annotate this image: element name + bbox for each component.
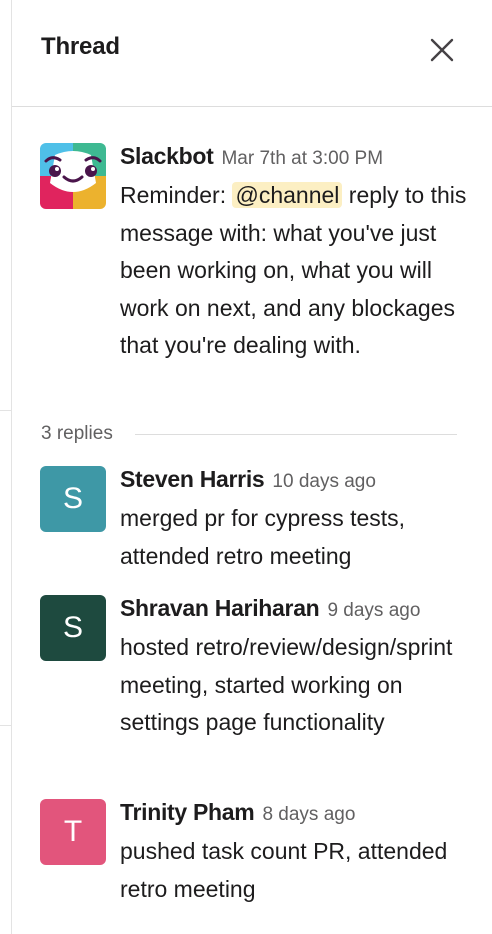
- reply-timestamp[interactable]: 8 days ago: [262, 804, 355, 825]
- divider-tick: [0, 410, 12, 411]
- reply-author[interactable]: Shravan Hariharan: [120, 595, 320, 621]
- reply-timestamp[interactable]: 9 days ago: [327, 600, 420, 621]
- replies-divider: 3 replies: [41, 420, 457, 448]
- reply-author[interactable]: Steven Harris: [120, 466, 265, 492]
- user-avatar[interactable]: S: [40, 466, 106, 532]
- reply-author[interactable]: Trinity Pham: [120, 799, 255, 825]
- user-avatar[interactable]: S: [40, 595, 106, 661]
- user-avatar[interactable]: T: [40, 799, 106, 865]
- message-text-end: reply to this message with: what you've …: [120, 182, 467, 358]
- panel-left-border: [11, 0, 12, 934]
- reply-timestamp[interactable]: 10 days ago: [272, 471, 376, 492]
- replies-count: 3 replies: [41, 423, 113, 444]
- thread-title: Thread: [41, 33, 120, 60]
- reply-text: pushed task count PR, attended retro mee…: [120, 838, 448, 902]
- close-icon: [430, 38, 454, 62]
- reply-text: hosted retro/review/design/sprint meetin…: [120, 634, 453, 735]
- divider-tick: [0, 725, 12, 726]
- channel-mention[interactable]: @channel: [232, 182, 343, 208]
- close-button[interactable]: [428, 36, 456, 64]
- slackbot-avatar-icon[interactable]: [40, 143, 106, 209]
- message-text-start: Reminder:: [120, 182, 233, 208]
- reply-text: merged pr for cypress tests, attended re…: [120, 505, 406, 569]
- replies-divider-line: [134, 433, 457, 435]
- thread-header: Thread: [12, 0, 492, 107]
- message-timestamp[interactable]: Mar 7th at 3:00 PM: [221, 148, 383, 169]
- message-text: Reminder: @channel reply to this message…: [120, 177, 482, 365]
- message-author[interactable]: Slackbot: [120, 143, 214, 169]
